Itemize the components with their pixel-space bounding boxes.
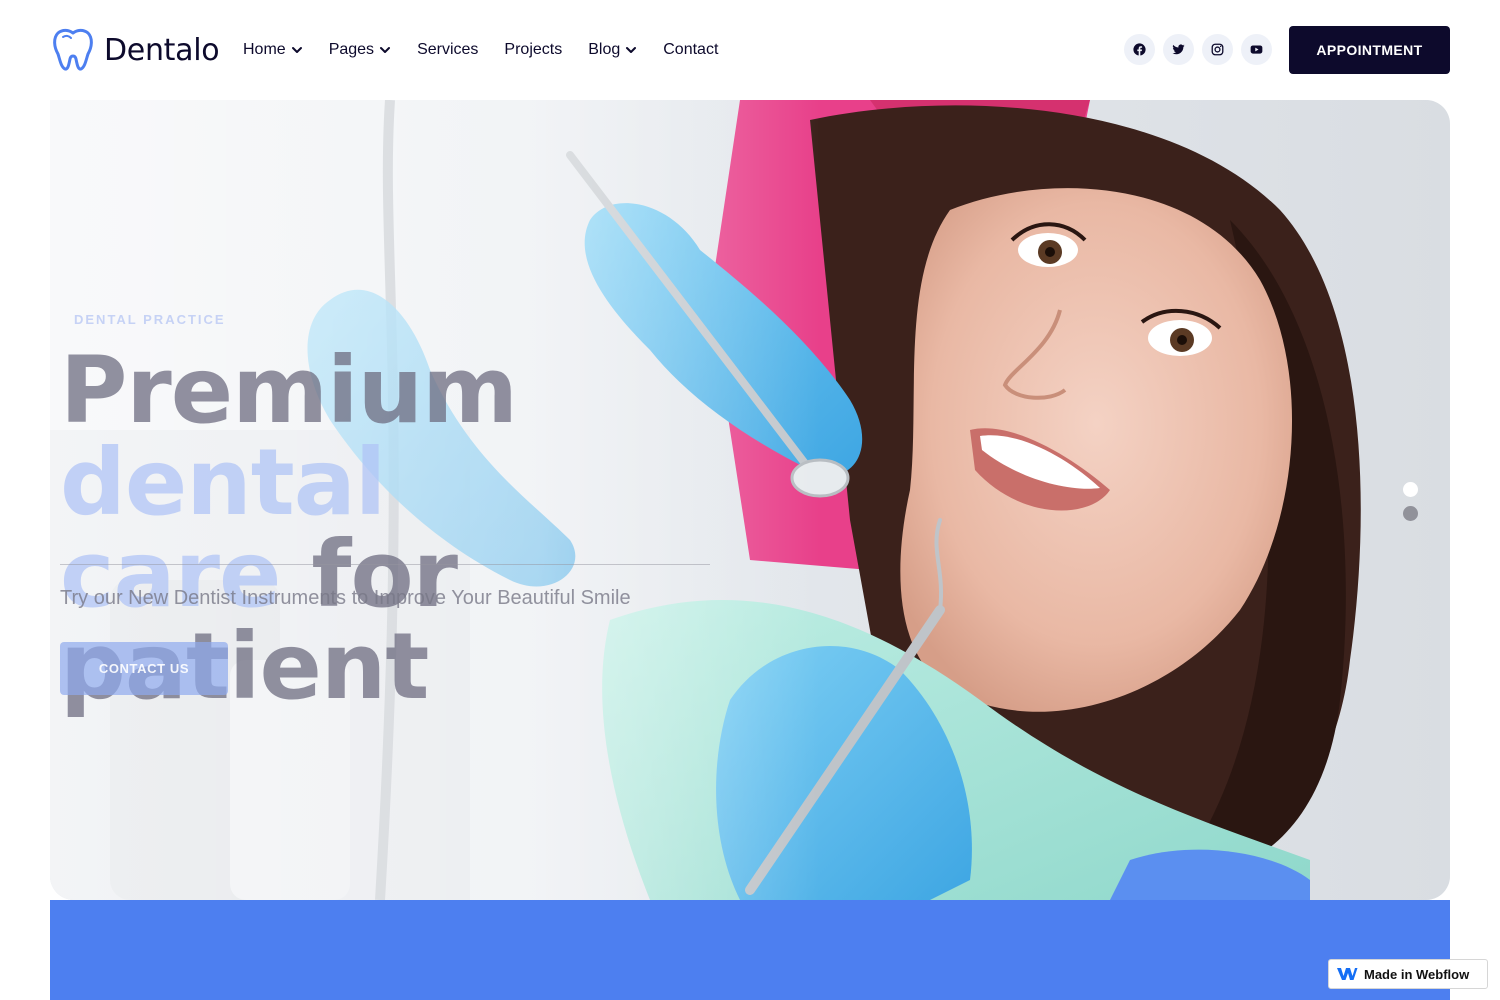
hero-slider: DENTAL PRACTICE Premium dental care for p… [50, 100, 1450, 900]
nav-item-blog[interactable]: Blog [588, 38, 637, 62]
nav-item-label: Home [243, 41, 286, 58]
twitter-icon [1172, 44, 1185, 55]
social-links [1124, 34, 1272, 65]
tooth-icon [53, 28, 93, 71]
instagram-icon [1211, 43, 1224, 56]
facebook-link[interactable] [1124, 34, 1155, 65]
twitter-link[interactable] [1163, 34, 1194, 65]
blue-section [50, 900, 1450, 1000]
chevron-down-icon [626, 47, 637, 53]
facebook-icon [1133, 43, 1146, 56]
headline-accent: care [60, 521, 281, 628]
youtube-link[interactable] [1241, 34, 1272, 65]
nav-item-contact[interactable]: Contact [663, 38, 718, 62]
headline-text: Premium [60, 337, 518, 444]
brand-logo[interactable]: Dentalo [50, 27, 220, 73]
slider-dot-1[interactable] [1403, 482, 1418, 497]
chevron-down-icon [291, 47, 302, 53]
webflow-badge[interactable]: Made in Webflow [1328, 959, 1488, 989]
appointment-button[interactable]: APPOINTMENT [1289, 26, 1450, 74]
slider-dot-2[interactable] [1403, 506, 1418, 521]
nav-item-label: Pages [328, 41, 375, 58]
hero-eyebrow: DENTAL PRACTICE [74, 312, 226, 327]
nav-item-home[interactable]: Home [243, 38, 303, 62]
hero-divider [60, 564, 710, 565]
youtube-icon [1250, 45, 1263, 54]
nav-item-projects[interactable]: Projects [504, 38, 562, 62]
site-header: Dentalo Home Pages Services Projects Blo… [0, 0, 1500, 100]
nav-item-pages[interactable]: Pages [329, 38, 391, 62]
hero-subtitle: Try our New Dentist Instruments to Impro… [60, 587, 631, 609]
nav-item-label: Services [417, 41, 479, 58]
slider-dots [1403, 482, 1418, 521]
nav-item-label: Blog [588, 41, 621, 58]
webflow-badge-label: Made in Webflow [1364, 966, 1470, 982]
headline-accent: dental [60, 429, 386, 536]
nav-item-label: Contact [663, 41, 719, 58]
contact-us-button[interactable]: CONTACT US [60, 642, 228, 695]
main-nav: Home Pages Services Projects Blog Contac… [243, 38, 744, 62]
nav-item-label: Projects [504, 41, 563, 58]
webflow-icon [1337, 968, 1358, 980]
nav-item-services[interactable]: Services [417, 38, 478, 62]
brand-name: Dentalo [104, 32, 220, 68]
chevron-down-icon [380, 47, 391, 53]
instagram-link[interactable] [1202, 34, 1233, 65]
